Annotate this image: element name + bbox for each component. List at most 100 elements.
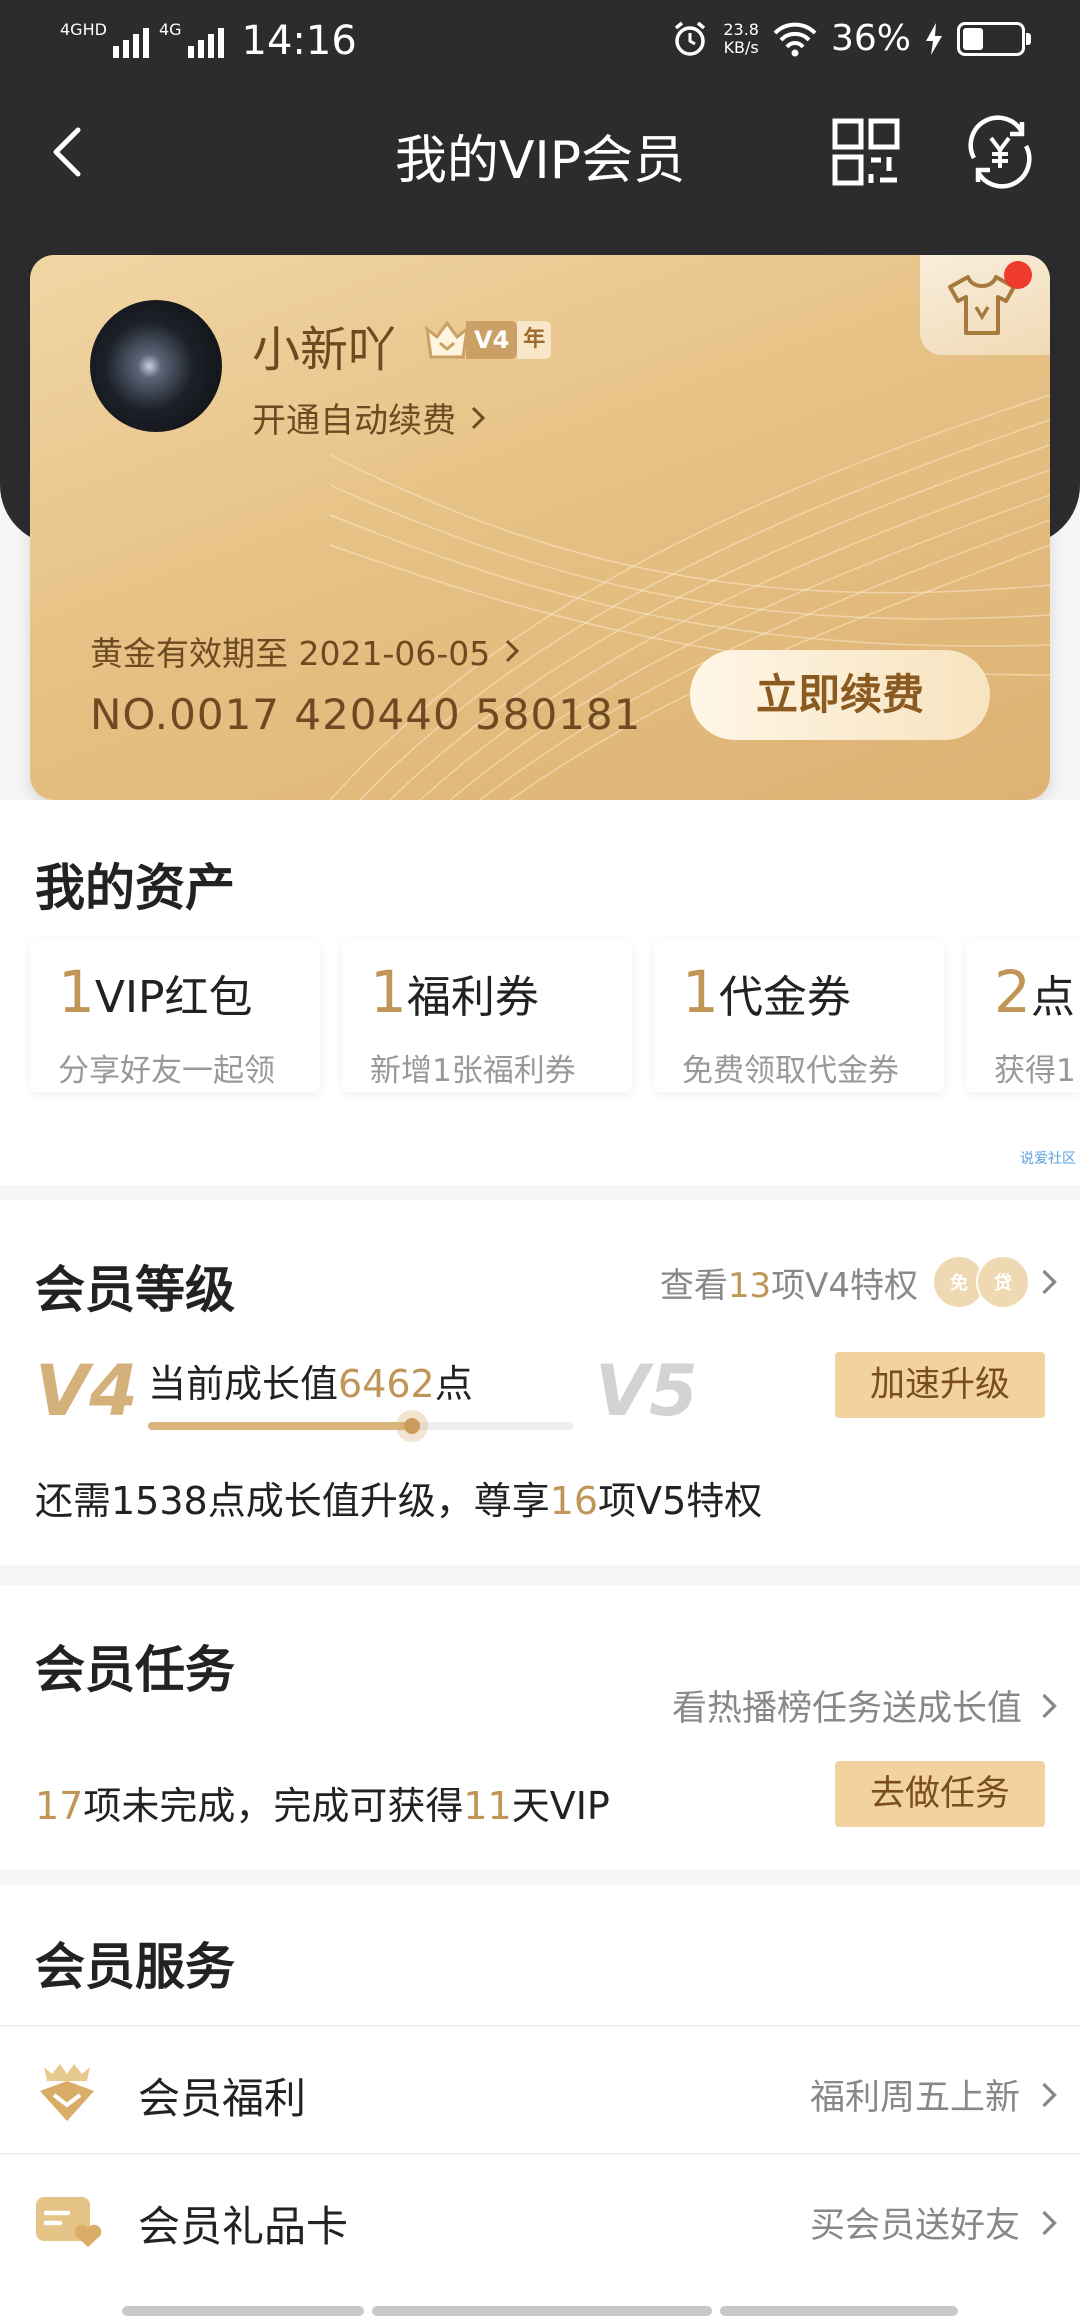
battery-icon: [957, 21, 1031, 56]
chevron-right-icon: [1042, 2082, 1057, 2107]
service-hint-text: 买会员送好友: [809, 2206, 1020, 2246]
notification-dot: [1004, 261, 1032, 289]
asset-name: 点: [1030, 972, 1075, 1023]
my-assets-section: 我的资产 1VIP红包 分享好友一起领 1福利券 新增1张福利券 1代金券 免费…: [0, 800, 1080, 1185]
navigation-bar: 我的VIP会员: [0, 100, 1080, 210]
clock: 14:16: [241, 18, 357, 64]
growth-progress-fill: [148, 1422, 412, 1430]
chevron-right-icon: [1042, 1269, 1057, 1295]
growth-value: 6462: [338, 1362, 435, 1406]
auto-renew-label: 开通自动续费: [252, 401, 456, 441]
task-link-label: 看热播榜任务送成长值: [671, 1689, 1022, 1729]
current-level: V4: [35, 1350, 138, 1432]
alarm-icon: [675, 21, 706, 56]
asset-count: 1: [682, 958, 719, 1026]
asset-name: 福利券: [406, 972, 539, 1023]
service-hint-text: 福利周五上新: [809, 2078, 1020, 2118]
status-icons: 23.8 KB/s 36%: [671, 18, 1031, 59]
asset-count: 1: [370, 958, 407, 1026]
asset-card-welfare-coupon[interactable]: 1福利券 新增1张福利券: [342, 940, 632, 1092]
bottom-indicator: [122, 2306, 364, 2316]
validity-label: 黄金有效期至 2021-06-05: [90, 634, 491, 673]
growth-suffix: 点: [434, 1362, 473, 1406]
asset-desc: 免费领取代金券: [682, 1053, 899, 1089]
avatar[interactable]: [90, 300, 222, 432]
privilege-icon-2: 贷: [976, 1255, 1030, 1309]
privilege-icons: 免 贷: [932, 1255, 1030, 1309]
task-count: 17: [35, 1784, 84, 1828]
asset-main: 1代金券: [682, 958, 851, 1026]
network-label-2: 4G: [158, 19, 182, 39]
view-privileges-link[interactable]: 查看13项V4特权 免 贷: [660, 1255, 1060, 1309]
chevron-right-icon: [506, 639, 520, 663]
qr-code-icon[interactable]: [832, 118, 900, 186]
gift-crown-icon: [40, 2064, 94, 2121]
service-row-gift-card[interactable]: 会员礼品卡 买会员送好友: [0, 2153, 1080, 2283]
privileges-count: 13: [727, 1265, 772, 1306]
do-tasks-button[interactable]: 去做任务: [835, 1761, 1045, 1827]
asset-name: 代金券: [718, 972, 851, 1023]
status-bar: 4GHD 4G 14:16 23.8 KB/s 36%: [0, 0, 1080, 82]
asset-main: 1福利券: [370, 958, 539, 1026]
asset-desc: 分享好友一起领: [58, 1053, 275, 1089]
bottom-indicator: [720, 2306, 958, 2316]
next-level: V5: [595, 1350, 698, 1432]
section-title: 会员服务: [35, 1938, 235, 1996]
vip-level-badge: V4 年: [422, 315, 552, 365]
desc-prefix: 还需1538点成长值升级，尊享: [35, 1479, 550, 1523]
page-title: 我的VIP会员: [394, 131, 686, 191]
growth-value-text: 当前成长值6462点: [148, 1353, 473, 1408]
asset-card-points[interactable]: 2点 获得1: [966, 940, 1080, 1092]
asset-count: 1: [58, 958, 95, 1026]
currency-exchange-icon[interactable]: [962, 114, 1038, 190]
network-label-1: 4GHD: [60, 19, 107, 39]
service-row-benefits[interactable]: 会员福利 福利周五上新: [0, 2025, 1080, 2155]
asset-desc: 新增1张福利券: [370, 1053, 576, 1089]
signal-icon: [112, 24, 149, 58]
speed-unit: KB/s: [723, 37, 759, 57]
privileges-prefix: 查看: [659, 1265, 728, 1306]
level-upgrade-desc: 还需1538点成长值升级，尊享16项V5特权: [35, 1470, 762, 1525]
vip-level-tag: V4: [466, 321, 518, 359]
asset-card-voucher[interactable]: 1代金券 免费领取代金券: [654, 940, 944, 1092]
member-tasks-section: 会员任务 看热播榜任务送成长值 17项未完成，完成可获得11天VIP 去做任务: [0, 1585, 1080, 1870]
desc-suffix: 项V5特权: [598, 1479, 763, 1523]
watermark: 说爱社区: [1020, 1151, 1076, 1167]
task-mid: 项未完成，完成可获得: [83, 1784, 464, 1828]
growth-progress-knob: [395, 1410, 428, 1442]
desc-count: 16: [549, 1479, 599, 1523]
dress-up-button[interactable]: [920, 255, 1050, 355]
speed-up-button[interactable]: 加速升级: [835, 1352, 1045, 1418]
network-indicators: 4GHD 4G 14:16: [60, 18, 357, 64]
section-title: 会员等级: [35, 1261, 235, 1319]
section-title: 会员任务: [35, 1641, 235, 1699]
task-days: 11: [463, 1784, 512, 1828]
service-label: 会员福利: [138, 2074, 307, 2123]
task-desc: 17项未完成，完成可获得11天VIP: [35, 1775, 610, 1830]
asset-count: 2: [994, 958, 1031, 1026]
asset-name: VIP红包: [94, 972, 253, 1023]
wifi-icon: [773, 22, 817, 56]
validity-link[interactable]: 黄金有效期至 2021-06-05: [90, 627, 522, 675]
chevron-right-icon: [1042, 1693, 1057, 1718]
bottom-indicator: [372, 2306, 712, 2316]
auto-renew-link[interactable]: 开通自动续费: [252, 393, 488, 442]
speed-value: 23.8: [723, 19, 759, 39]
service-label: 会员礼品卡: [138, 2202, 349, 2251]
asset-desc: 获得1: [994, 1053, 1076, 1089]
growth-progress-bar: [148, 1410, 573, 1442]
crown-icon: [424, 320, 470, 359]
hot-list-task-link[interactable]: 看热播榜任务送成长值: [672, 1680, 1060, 1731]
battery-percent: 36%: [830, 18, 911, 59]
privileges-suffix: 项V4特权: [771, 1265, 918, 1306]
service-hint: 福利周五上新: [810, 2069, 1060, 2120]
card-number: NO.0017 420440 580181: [90, 690, 642, 739]
asset-main: 2点: [994, 958, 1075, 1026]
username: 小新吖: [252, 322, 397, 378]
vip-card: 小新吖 V4 年 开通自动续费 黄金有效期至 2021-06-05 NO.001…: [30, 255, 1050, 800]
renew-now-button[interactable]: 立即续费: [690, 650, 990, 740]
section-title: 我的资产: [35, 859, 235, 917]
service-hint: 买会员送好友: [810, 2197, 1060, 2248]
asset-card-vip-redpacket[interactable]: 1VIP红包 分享好友一起领: [30, 940, 320, 1092]
vip-year-tag: 年: [517, 321, 552, 359]
